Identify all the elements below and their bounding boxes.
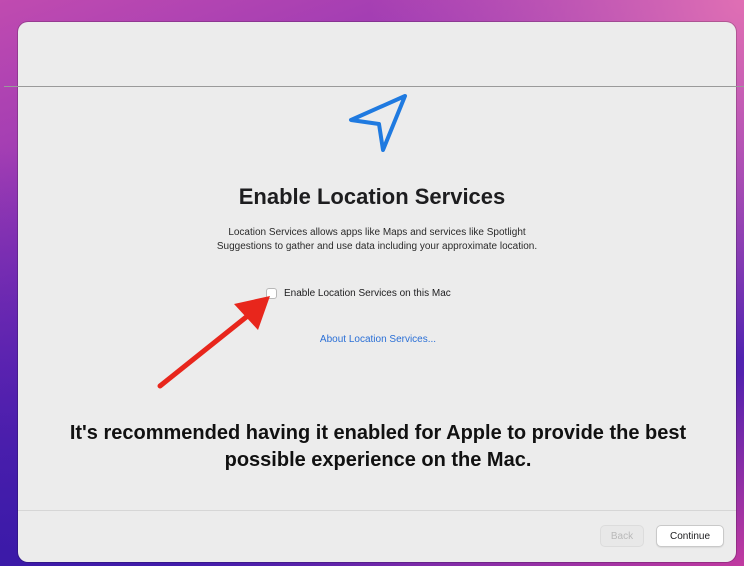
continue-button[interactable]: Continue <box>656 525 724 547</box>
annotation-caption: It's recommended having it enabled for A… <box>0 420 744 474</box>
red-arrow-annotation-icon <box>157 296 270 389</box>
divider-line <box>4 86 744 87</box>
description-line: Location Services allows apps like Maps … <box>228 227 526 238</box>
caption-line: possible experience on the Mac. <box>224 449 532 471</box>
desktop-background: Enable Location Services Location Servic… <box>0 0 744 566</box>
description-line: Suggestions to gather and use data inclu… <box>216 241 538 252</box>
back-button[interactable]: Back <box>600 525 644 547</box>
description-text: Location Services allows apps like Maps … <box>150 226 604 254</box>
location-arrow-icon <box>349 94 407 152</box>
enable-location-checkbox-label[interactable]: Enable Location Services on this Mac <box>284 288 451 299</box>
about-location-services-link[interactable]: About Location Services... <box>0 334 744 345</box>
footer-divider <box>18 510 736 511</box>
caption-line: It's recommended having it enabled for A… <box>69 422 687 444</box>
page-title: Enable Location Services <box>238 184 506 209</box>
enable-location-option[interactable]: Enable Location Services on this Mac <box>266 286 451 300</box>
